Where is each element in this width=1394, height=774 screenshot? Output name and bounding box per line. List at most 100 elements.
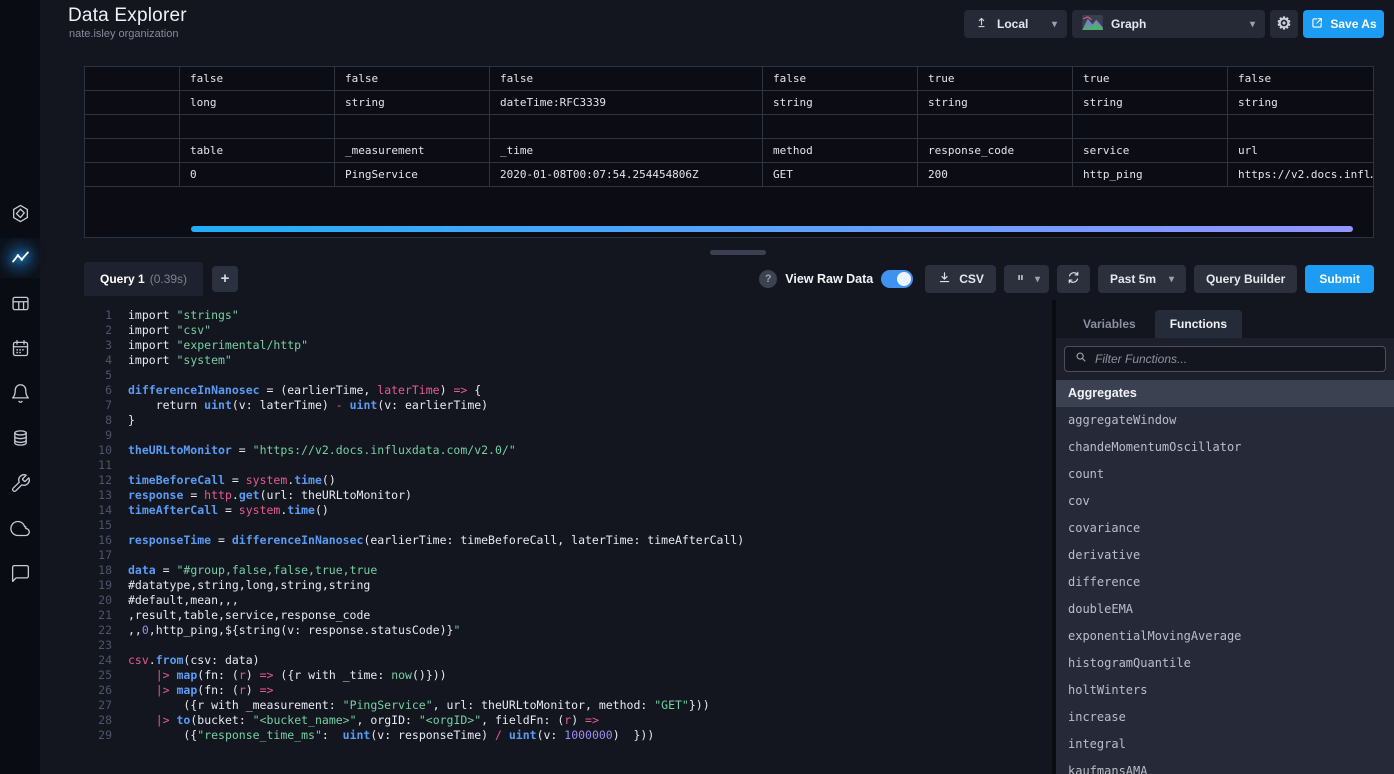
code-line[interactable]: 10theURLtoMonitor = "https://v2.docs.inf… (84, 443, 1052, 458)
code-line[interactable]: 17 (84, 548, 1052, 563)
visualization-dropdown[interactable]: Graph ▾ (1072, 10, 1265, 38)
code-line[interactable]: 15 (84, 518, 1052, 533)
line-number: 11 (84, 458, 120, 473)
influxdb-logo-icon[interactable] (0, 193, 40, 233)
table-cell: url (1228, 139, 1373, 163)
save-as-button[interactable]: Save As (1303, 10, 1384, 38)
table-cell (85, 67, 180, 91)
table-cell: string (1228, 91, 1373, 115)
line-number: 15 (84, 518, 120, 533)
save-as-label: Save As (1330, 17, 1376, 31)
code-line[interactable]: 1import "strings" (84, 308, 1052, 323)
line-number: 23 (84, 638, 120, 653)
code-line[interactable]: 9 (84, 428, 1052, 443)
function-item[interactable]: cov (1056, 488, 1394, 515)
table-cell: long (180, 91, 335, 115)
function-item[interactable]: chandeMomentumOscillator (1056, 434, 1394, 461)
refresh-button[interactable] (1057, 265, 1090, 293)
add-query-button[interactable]: + (212, 266, 238, 292)
code-line[interactable]: 14timeAfterCall = system.time() (84, 503, 1052, 518)
code-line[interactable]: 27 ({r with _measurement: "PingService",… (84, 698, 1052, 713)
function-search-box[interactable] (1064, 346, 1386, 372)
function-item[interactable]: histogramQuantile (1056, 650, 1394, 677)
settings-button[interactable]: ⚙ (1270, 10, 1298, 38)
flux-editor[interactable]: 1import "strings"2import "csv"3import "e… (84, 300, 1052, 774)
table-cell: table (180, 139, 335, 163)
line-number: 12 (84, 473, 120, 488)
cloud-icon[interactable] (0, 508, 40, 548)
tasks-calendar-icon[interactable] (0, 328, 40, 368)
data-explorer-icon[interactable] (0, 238, 40, 278)
code-line[interactable]: 4import "system" (84, 353, 1052, 368)
org-subtitle: nate.isley organization (69, 28, 178, 40)
line-number: 18 (84, 563, 120, 578)
submit-button[interactable]: Submit (1305, 265, 1374, 293)
view-raw-data-toggle[interactable] (881, 270, 913, 288)
function-item[interactable]: increase (1056, 704, 1394, 731)
chevron-down-icon: ▾ (1169, 274, 1174, 285)
code-line[interactable]: 24csv.from(csv: data) (84, 653, 1052, 668)
code-text: ,result,table,service,response_code (120, 608, 370, 623)
code-line[interactable]: 21,result,table,service,response_code (84, 608, 1052, 623)
line-number: 10 (84, 443, 120, 458)
load-data-icon[interactable] (0, 418, 40, 458)
code-line[interactable]: 18data = "#group,false,false,true,true (84, 563, 1052, 578)
time-range-dropdown[interactable]: Past 5m ▾ (1098, 265, 1186, 293)
table-horizontal-scrollbar[interactable] (191, 226, 1353, 232)
function-item[interactable]: derivative (1056, 542, 1394, 569)
function-item[interactable]: exponentialMovingAverage (1056, 623, 1394, 650)
query-duration: (0.39s) (150, 272, 187, 286)
code-line[interactable]: 13response = http.get(url: theURLtoMonit… (84, 488, 1052, 503)
search-icon (1074, 350, 1088, 369)
code-line[interactable]: 22,,0,http_ping,${string(v: response.sta… (84, 623, 1052, 638)
code-line[interactable]: 11 (84, 458, 1052, 473)
query-builder-button[interactable]: Query Builder (1194, 265, 1297, 293)
raw-data-panel: falsefalsefalsefalsetruetruefalselongstr… (84, 66, 1374, 238)
code-line[interactable]: 23 (84, 638, 1052, 653)
function-item[interactable]: difference (1056, 569, 1394, 596)
code-line[interactable]: 20#default,mean,,, (84, 593, 1052, 608)
panel-resize-handle[interactable] (710, 250, 766, 255)
code-line[interactable]: 12timeBeforeCall = system.time() (84, 473, 1052, 488)
export-icon (1310, 16, 1324, 33)
function-search-input[interactable] (1095, 352, 1376, 366)
function-item[interactable]: aggregateWindow (1056, 407, 1394, 434)
table-cell (335, 115, 490, 139)
feedback-icon[interactable] (0, 553, 40, 593)
help-icon[interactable]: ? (759, 270, 777, 288)
code-line[interactable]: 29 ({"response_time_ms": uint(v: respons… (84, 728, 1052, 743)
csv-download-button[interactable]: CSV (925, 265, 996, 293)
query-tab[interactable]: Query 1 (0.39s) (84, 262, 203, 296)
line-number: 4 (84, 353, 120, 368)
code-line[interactable]: 26 |> map(fn: (r) => (84, 683, 1052, 698)
code-line[interactable]: 6differenceInNanosec = (earlierTime, lat… (84, 383, 1052, 398)
function-item[interactable]: kaufmansAMA (1056, 758, 1394, 774)
pause-button[interactable]: ▾ (1004, 265, 1049, 293)
code-line[interactable]: 28 |> to(bucket: "<bucket_name>", orgID:… (84, 713, 1052, 728)
code-text: responseTime = differenceInNanosec(earli… (120, 533, 744, 548)
alerts-bell-icon[interactable] (0, 373, 40, 413)
line-number: 25 (84, 668, 120, 683)
code-line[interactable]: 16responseTime = differenceInNanosec(ear… (84, 533, 1052, 548)
dashboards-icon[interactable] (0, 283, 40, 323)
function-item[interactable]: integral (1056, 731, 1394, 758)
function-item[interactable]: holtWinters (1056, 677, 1394, 704)
tab-functions[interactable]: Functions (1155, 310, 1242, 338)
code-line[interactable]: 8} (84, 413, 1052, 428)
function-item[interactable]: covariance (1056, 515, 1394, 542)
function-item[interactable]: count (1056, 461, 1394, 488)
code-line[interactable]: 2import "csv" (84, 323, 1052, 338)
table-cell: https://v2.docs.infl… (1228, 163, 1373, 187)
function-item[interactable]: doubleEMA (1056, 596, 1394, 623)
code-line[interactable]: 7 return uint(v: laterTime) - uint(v: ea… (84, 398, 1052, 413)
code-line[interactable]: 25 |> map(fn: (r) => ({r with _time: now… (84, 668, 1052, 683)
tab-variables[interactable]: Variables (1068, 310, 1151, 338)
query-tab-label: Query 1 (100, 272, 145, 286)
code-text: data = "#group,false,false,true,true (120, 563, 377, 578)
settings-wrench-icon[interactable] (0, 463, 40, 503)
code-line[interactable]: 19#datatype,string,long,string,string (84, 578, 1052, 593)
source-dropdown[interactable]: Local ▾ (964, 10, 1067, 38)
table-cell: false (763, 67, 918, 91)
code-line[interactable]: 5 (84, 368, 1052, 383)
code-line[interactable]: 3import "experimental/http" (84, 338, 1052, 353)
